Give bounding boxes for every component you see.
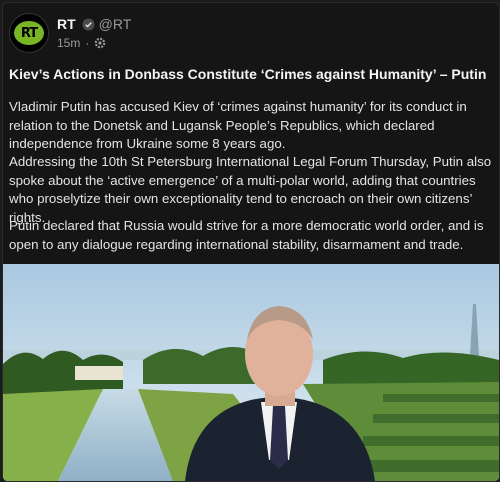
author-name[interactable]: RT xyxy=(57,16,76,32)
author-row: RT @RT xyxy=(57,16,131,32)
post-media-image[interactable] xyxy=(3,264,499,481)
author-handle[interactable]: @RT xyxy=(99,16,132,32)
post-paragraph-2: Addressing the 10th St Petersburg Intern… xyxy=(9,154,492,225)
meta-separator: · xyxy=(85,36,90,50)
post-card: RT RT @RT 15m · Kiev’s Actions in Donbas… xyxy=(2,2,500,482)
post-meta: 15m · xyxy=(57,36,106,50)
rt-logo: RT xyxy=(14,21,44,45)
post-paragraph-3: Putin declared that Russia would strive … xyxy=(9,218,484,252)
post-header: RT RT @RT 15m · xyxy=(3,3,499,59)
post-time[interactable]: 15m xyxy=(57,36,80,50)
avatar[interactable]: RT xyxy=(9,13,49,53)
media-illustration xyxy=(3,264,499,481)
verified-badge-icon xyxy=(82,18,95,31)
post-paragraph-1: Vladimir Putin has accused Kiev of ‘crim… xyxy=(9,99,467,151)
gear-icon xyxy=(94,37,106,49)
post-title: Kiev’s Actions in Donbass Constitute ‘Cr… xyxy=(9,66,487,82)
